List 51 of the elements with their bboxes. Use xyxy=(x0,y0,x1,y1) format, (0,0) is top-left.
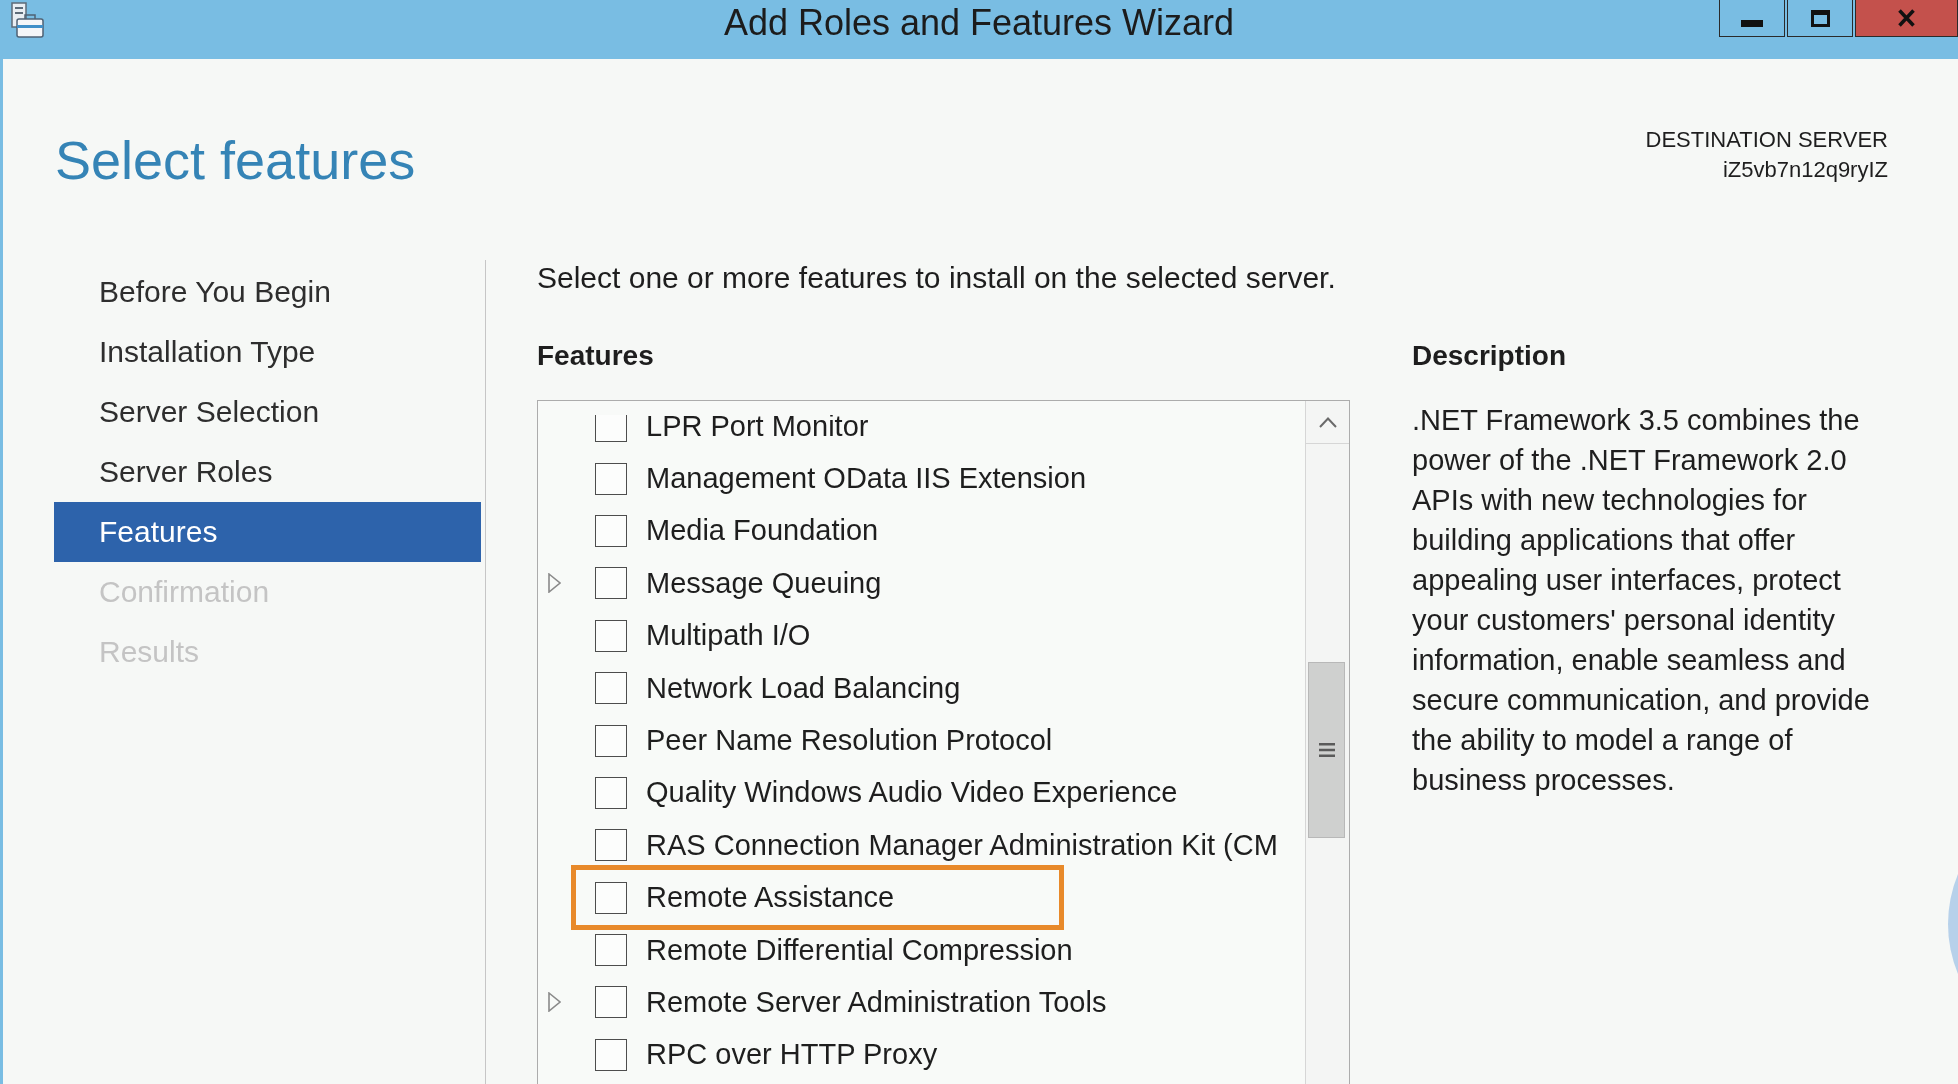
checkbox[interactable] xyxy=(595,514,627,547)
checkbox[interactable] xyxy=(595,672,627,705)
scrollbar-thumb[interactable] xyxy=(1308,662,1345,838)
feature-label[interactable]: RAS Connection Manager Administration Kit (CM xyxy=(646,828,1278,862)
feature-label[interactable]: LPR Port Monitor xyxy=(646,415,869,443)
scrollbar-track[interactable] xyxy=(1305,401,1349,1084)
page-title: Select features xyxy=(55,129,416,192)
feature-label[interactable]: Management OData IIS Extension xyxy=(646,462,1087,496)
wizard-step[interactable]: Server Roles xyxy=(54,442,481,502)
wizard-step[interactable]: Features xyxy=(54,502,481,562)
checkbox[interactable] xyxy=(595,1038,627,1071)
checkbox[interactable] xyxy=(595,934,627,967)
description-text: .NET Framework 3.5 combines the power of the .NET Framework 2.0 APIs with new technologies for building applications that offer appealing user interfaces, protect your customers' personal identity information, enable seamless and secure communication, and provide the ability to model a range of business processes. xyxy=(1412,403,1871,798)
feature-label[interactable]: Quality Windows Audio Video Experience xyxy=(646,776,1178,810)
chevron-up-icon xyxy=(1318,416,1337,428)
checkbox[interactable] xyxy=(595,415,627,443)
features-heading: Features xyxy=(537,339,655,373)
checkbox[interactable] xyxy=(595,829,627,862)
description-heading: Description xyxy=(1412,339,1568,373)
maximize-button[interactable] xyxy=(1787,0,1853,37)
wizard-step[interactable]: Server Selection xyxy=(54,382,481,442)
minimize-icon xyxy=(1741,19,1763,27)
checkbox[interactable] xyxy=(595,724,627,757)
circle-edge-icon xyxy=(1948,874,1958,974)
minimize-button[interactable] xyxy=(1719,0,1785,37)
feature-label[interactable]: RPC over HTTP Proxy xyxy=(646,1038,938,1072)
checkbox[interactable] xyxy=(595,462,627,495)
checkbox[interactable] xyxy=(595,567,627,600)
expand-triangle-icon[interactable] xyxy=(548,992,561,1013)
destination-server-name: iZ5vb7n12q9ryIZ xyxy=(1722,156,1888,184)
feature-label[interactable]: Network Load Balancing xyxy=(646,671,961,705)
destination-server-label: DESTINATION SERVER xyxy=(1645,126,1888,154)
feature-label[interactable]: Multipath I/O xyxy=(646,619,811,653)
grip-icon xyxy=(1318,743,1335,757)
feature-label[interactable]: Peer Name Resolution Protocol xyxy=(646,724,1053,758)
window-title: Add Roles and Features Wizard xyxy=(723,3,1235,43)
feature-label[interactable]: Media Foundation xyxy=(646,514,879,548)
close-icon xyxy=(1898,9,1915,27)
checkbox[interactable] xyxy=(595,776,627,809)
wizard-step[interactable]: Installation Type xyxy=(54,322,481,382)
checkbox[interactable] xyxy=(595,881,627,914)
close-button[interactable] xyxy=(1855,0,1958,37)
feature-label[interactable]: Remote Assistance xyxy=(646,881,895,915)
checkbox[interactable] xyxy=(595,619,627,652)
feature-label[interactable]: Remote Differential Compression xyxy=(646,933,1073,967)
checkbox[interactable] xyxy=(595,986,627,1019)
expand-triangle-icon[interactable] xyxy=(548,573,561,594)
wizard-step[interactable]: Before You Begin xyxy=(54,262,481,322)
instruction-text: Select one or more features to install on the selected server. xyxy=(537,260,1337,296)
feature-label[interactable]: Remote Server Administration Tools xyxy=(646,986,1107,1019)
feature-label[interactable]: Message Queuing xyxy=(646,566,882,600)
